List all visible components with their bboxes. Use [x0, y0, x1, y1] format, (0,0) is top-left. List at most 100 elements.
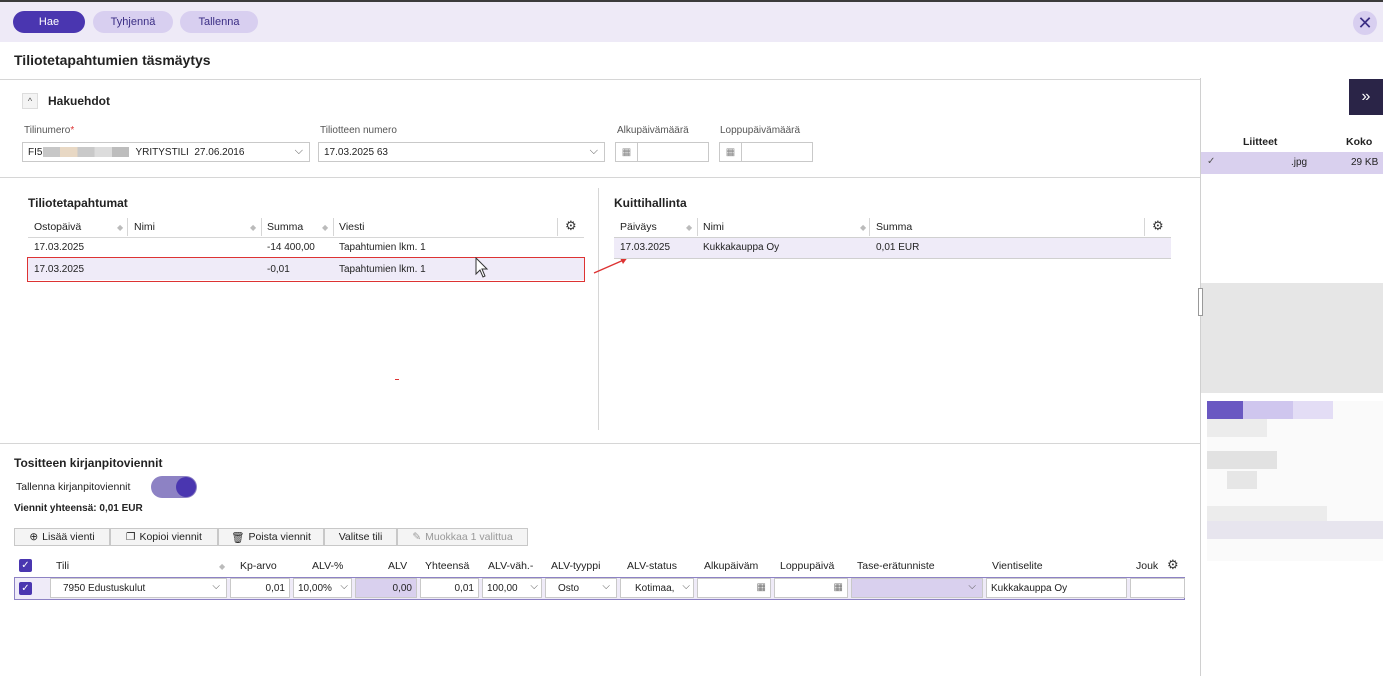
sort-icon[interactable]: ◆ [322, 223, 328, 232]
column-header-message[interactable]: Viesti [339, 221, 365, 233]
chevron-down-icon: ⌵ [602, 581, 610, 592]
deduct-dropdown[interactable]: 100,00 ⌵ [482, 578, 542, 598]
receipt-name[interactable]: Kukkakauppa Oy [703, 242, 779, 253]
receipts-title: Kuittihallinta [614, 196, 687, 210]
column-header-account[interactable]: Tili [56, 560, 69, 572]
column-header-name[interactable]: Nimi [134, 221, 155, 233]
transactions-title: Tiliotetapahtumat [28, 196, 128, 210]
selection-outline [27, 257, 585, 282]
statement-select[interactable]: 17.03.2025 63 ⌵ [318, 142, 605, 162]
delete-entries-button[interactable]: 🗑 Poista viennit [218, 528, 324, 546]
column-header-balance-id[interactable]: Tase-erätunniste [857, 560, 935, 572]
sort-icon[interactable]: ◆ [250, 223, 256, 232]
column-header-vat[interactable]: ALV [388, 560, 407, 572]
edit-icon: ✎ [412, 531, 422, 543]
account-dropdown[interactable]: 7950 Edustuskulut ⌵ [50, 578, 227, 598]
group-input[interactable] [1130, 578, 1185, 598]
column-header-vat-pct[interactable]: ALV-% [312, 560, 343, 572]
start-date-input[interactable]: ▦ [615, 142, 709, 162]
transaction-message[interactable]: Tapahtumien lkm. 1 [339, 264, 426, 275]
chevron-down-icon: ⌵ [589, 145, 598, 157]
start-date-cell[interactable]: ▦ [697, 578, 771, 598]
column-header-vat-type[interactable]: ALV-tyyppi [551, 560, 600, 572]
sort-icon[interactable]: ◆ [219, 562, 225, 571]
clear-button[interactable]: Tyhjennä [93, 11, 173, 33]
add-entry-button[interactable]: ⊕ Lisää vienti [14, 528, 110, 546]
chevron-up-icon[interactable]: ^ [22, 93, 38, 109]
calendar-icon[interactable]: ▦ [757, 582, 766, 593]
column-header-attachments[interactable]: Liitteet [1243, 136, 1277, 148]
vat-status-dropdown[interactable]: Kotimaa, ⌵ [620, 578, 694, 598]
account-select[interactable]: FI5 YRITYSTILI 27.06.2016 ⌵ [22, 142, 310, 162]
column-header-vat-status[interactable]: ALV-status [627, 560, 677, 572]
column-header-amount[interactable]: Summa [876, 221, 912, 233]
receipt-date[interactable]: 17.03.2025 [620, 242, 670, 253]
vat-pct-dropdown[interactable]: 10,00% ⌵ [293, 578, 352, 598]
choose-account-button[interactable]: Valitse tili [324, 528, 397, 546]
transaction-date[interactable]: 17.03.2025 [34, 264, 84, 275]
end-date-cell[interactable]: ▦ [774, 578, 848, 598]
transaction-date[interactable]: 17.03.2025 [34, 242, 84, 253]
red-mark [395, 379, 399, 380]
chevron-down-icon: ⌵ [682, 581, 690, 592]
column-header-kp[interactable]: Kp-arvo [240, 560, 277, 572]
sort-icon[interactable]: ◆ [860, 223, 866, 232]
divider [0, 443, 1200, 444]
gear-icon[interactable]: ⚙ [1152, 218, 1164, 234]
attachment-preview-area [1201, 283, 1383, 393]
balance-id-dropdown[interactable]: ⌵ [851, 578, 983, 598]
end-date-label: Loppupäivämäärä [720, 125, 801, 136]
collapse-panel-button[interactable]: » [1349, 79, 1383, 115]
sort-icon[interactable]: ◆ [686, 223, 692, 232]
search-button[interactable]: Hae [13, 11, 85, 33]
attachment-size: 29 KB [1351, 157, 1379, 168]
resize-handle[interactable] [1198, 288, 1203, 316]
calendar-icon[interactable]: ▦ [834, 582, 843, 593]
account-label: Tilinumero* [24, 125, 75, 136]
divider [598, 188, 599, 430]
row-checkbox[interactable]: ✓ [19, 582, 32, 595]
end-date-input[interactable]: ▦ [719, 142, 813, 162]
transaction-message[interactable]: Tapahtumien lkm. 1 [339, 242, 426, 253]
column-header-name[interactable]: Nimi [703, 221, 724, 233]
edit-selected-button[interactable]: ✎ Muokkaa 1 valittua [397, 528, 528, 546]
save-entries-label: Tallenna kirjanpitoviennit [16, 481, 131, 493]
select-all-checkbox[interactable]: ✓ [19, 559, 32, 572]
column-header-date[interactable]: Päiväys [620, 221, 657, 233]
vat-type-dropdown[interactable]: Osto ⌵ [545, 578, 617, 598]
column-header-end[interactable]: Loppupäivä [780, 560, 834, 572]
plus-circle-icon: ⊕ [29, 531, 39, 543]
close-icon[interactable]: ✕ [1353, 11, 1377, 35]
column-header-group[interactable]: Jouk [1136, 560, 1158, 572]
gear-icon[interactable]: ⚙ [1167, 557, 1179, 573]
save-button[interactable]: Tallenna [180, 11, 258, 33]
column-separator [697, 218, 698, 236]
sort-icon[interactable]: ◆ [117, 223, 123, 232]
column-header-size[interactable]: Koko [1346, 136, 1372, 148]
description-input[interactable]: Kukkakauppa Oy [986, 578, 1127, 598]
start-date-label: Alkupäivämäärä [617, 125, 689, 136]
chevron-down-icon: ⌵ [340, 581, 348, 592]
copy-entries-button[interactable]: ❐ Kopioi viennit [110, 528, 218, 546]
column-header-start[interactable]: Alkupäiväm [704, 560, 758, 572]
calendar-icon[interactable]: ▦ [720, 143, 742, 161]
entries-total: Viennit yhteensä: 0,01 EUR [14, 503, 143, 514]
column-header-date[interactable]: Ostopäivä [34, 221, 81, 233]
transaction-amount[interactable]: -14 400,00 [267, 242, 315, 253]
calendar-icon[interactable]: ▦ [616, 143, 638, 161]
column-header-deduct[interactable]: ALV-väh.- [488, 560, 533, 572]
save-entries-toggle[interactable] [151, 476, 197, 498]
transaction-amount[interactable]: -0,01 [267, 264, 290, 275]
column-separator [261, 218, 262, 236]
column-header-total[interactable]: Yhteensä [425, 560, 471, 572]
page-title: Tiliotetapahtumien täsmäytys [14, 52, 211, 68]
gear-icon[interactable]: ⚙ [565, 218, 577, 234]
column-header-description[interactable]: Vientiselite [992, 560, 1043, 572]
column-separator [557, 218, 558, 236]
receipt-amount[interactable]: 0,01 EUR [876, 242, 919, 253]
entries-title: Tositteen kirjanpitoviennit [14, 456, 163, 470]
kp-input[interactable]: 0,01 [230, 578, 290, 598]
column-header-amount[interactable]: Summa [267, 221, 303, 233]
total-input[interactable]: 0,01 [420, 578, 479, 598]
check-icon: ✓ [1207, 156, 1216, 167]
